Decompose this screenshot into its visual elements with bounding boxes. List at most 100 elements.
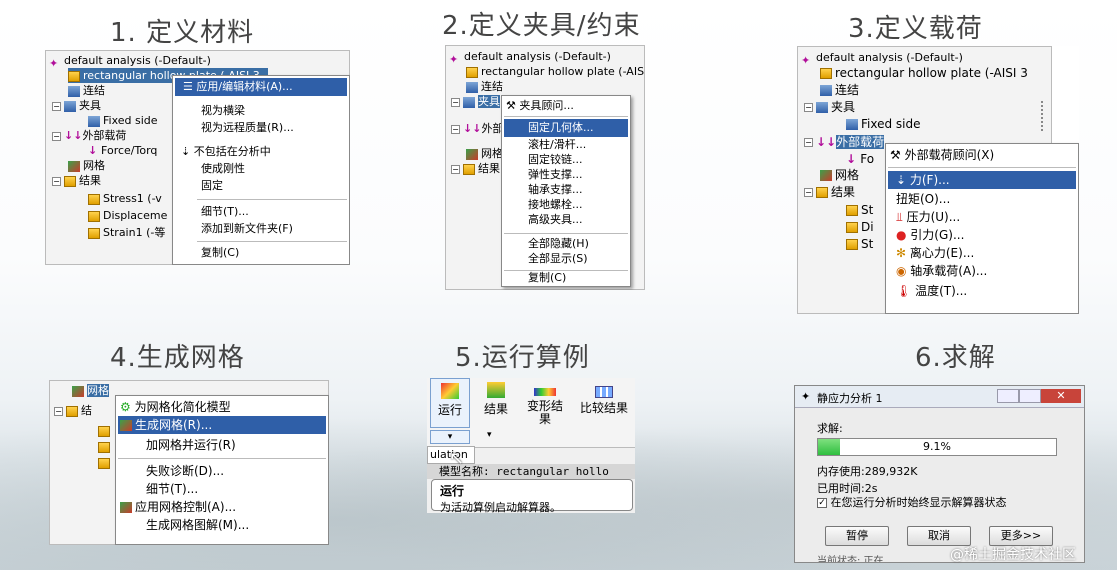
tooltip: 运行 为活动算例启动解算器。 — [431, 479, 633, 513]
menu-advanced-fixtures[interactable]: 高级夹具... — [528, 211, 583, 229]
tree-plot3[interactable] — [98, 455, 113, 470]
tree-external[interactable]: − ↓↓外部 — [451, 121, 503, 136]
menu-failure-diagnostics[interactable]: 失败诊断(D)... — [146, 462, 224, 480]
tree-displacement[interactable]: Displaceme — [88, 208, 167, 223]
menu-copy[interactable]: 复制(C) — [201, 244, 239, 262]
compare-results-button[interactable]: 比较结果 — [579, 378, 629, 415]
results-dropdown[interactable]: ▾ — [487, 430, 492, 440]
tree-fixed-side[interactable]: Fixed side — [846, 117, 921, 132]
tree-fixtures[interactable]: − 夹具 — [804, 100, 855, 115]
menu-mesh-plot[interactable]: 生成网格图解(M)... — [146, 516, 249, 534]
menu-pressure[interactable]: ⫫ 压力(U)... — [896, 208, 960, 226]
run-dropdown[interactable]: ▾ — [430, 430, 470, 444]
tree-plot3[interactable]: St — [846, 237, 873, 252]
results-button[interactable]: 结果 — [479, 378, 513, 417]
menu-bearing-load[interactable]: ◉ 轴承载荷(A)... — [896, 262, 987, 280]
mesh-icon — [72, 385, 84, 397]
tree-fixtures[interactable]: − 夹具 — [52, 98, 101, 113]
fixed-icon — [88, 115, 100, 127]
tree-results[interactable]: − 结 — [54, 403, 92, 418]
menu-simplify-model[interactable]: ⚙ 为网格化简化模型 — [120, 398, 231, 416]
menu-make-rigid[interactable]: 使成刚性 — [201, 160, 245, 178]
minimize-button[interactable] — [997, 389, 1019, 403]
menu-gravity[interactable]: ● 引力(G)... — [896, 226, 964, 244]
menu-fixed-geometry[interactable]: 固定几何体... — [504, 119, 628, 137]
tree-root[interactable]: ✦ default analysis (-Default-) — [449, 49, 611, 66]
tree-mesh[interactable]: 网格 — [820, 168, 859, 183]
tree-force[interactable]: ↓ Fo — [846, 152, 874, 167]
pressure-icon: ⫫ — [896, 210, 907, 224]
simplify-icon: ⚙ — [120, 400, 135, 414]
menu-fixture-advisor[interactable]: ⚒ 夹具顾问... — [506, 97, 574, 115]
tree-part[interactable]: rectangular hollow plate (-AISI 3 — [466, 64, 645, 79]
tree-plot2[interactable] — [98, 439, 113, 454]
results-folder-icon — [816, 187, 828, 198]
tree-stress[interactable]: Stress1 (-v — [88, 191, 162, 206]
app-icon: ✦ — [801, 390, 811, 403]
menu-details[interactable]: 细节(T)... — [146, 480, 198, 498]
results-folder-icon — [463, 163, 475, 175]
step5-heading: 5.运行算例 — [455, 343, 590, 373]
tree-connections[interactable]: 连结 — [820, 83, 859, 98]
menu-apply-material[interactable]: ☰ 应用/编辑材料(A)... — [175, 78, 347, 96]
menu-mesh-control[interactable]: 应用网格控制(A)... — [120, 498, 236, 516]
tree-mesh[interactable]: 网格 — [68, 158, 105, 173]
menu-add-folder[interactable]: 添加到新文件夹(F) — [201, 220, 293, 238]
tree-mesh[interactable]: 网格 — [466, 146, 503, 161]
menu-torque[interactable]: 扭矩(O)... — [896, 190, 950, 208]
material-icon: ☰ — [183, 80, 197, 93]
tree-fixtures[interactable]: − 夹具 — [451, 94, 500, 109]
tree-mesh[interactable]: 网格 — [72, 383, 109, 398]
menu-exclude[interactable]: ⇣ 不包括在分析中 — [181, 143, 271, 161]
menu-fix[interactable]: 固定 — [201, 177, 223, 195]
toolbar: 运行 结果 变形结果 比较结果 ▾ ▾ — [427, 378, 635, 448]
fixture-icon — [816, 102, 828, 113]
tree-strain[interactable]: Strain1 (-等 — [88, 225, 165, 240]
deformed-icon — [534, 388, 556, 396]
tree-plot1[interactable]: St — [846, 203, 873, 218]
menu-create-mesh[interactable]: 生成网格(R)... — [118, 416, 326, 434]
maximize-button[interactable] — [1019, 389, 1041, 403]
menu-mesh-and-run[interactable]: 加网格并运行(R) — [146, 436, 236, 454]
menu-show-all[interactable]: 全部显示(S) — [528, 250, 588, 268]
tree-external-loads[interactable]: − ↓↓外部载荷 — [52, 128, 126, 143]
splitter-handle[interactable] — [1041, 101, 1051, 131]
tree-plot1[interactable] — [98, 423, 113, 438]
tree-results[interactable]: − 结果 — [52, 173, 101, 188]
tree-part[interactable]: rectangular hollow plate (-AISI 3 — [820, 66, 1028, 81]
run-button[interactable]: 运行 — [430, 378, 470, 428]
menu-load-advisor[interactable]: ⚒ 外部载荷顾问(X) — [890, 146, 994, 164]
fixed-icon — [846, 119, 858, 130]
deformed-results-button[interactable]: 变形结果 — [522, 378, 568, 426]
menu-treat-as-beam[interactable]: 视为横梁 — [201, 102, 245, 120]
tree-fixed-side[interactable]: Fixed side — [88, 113, 158, 128]
more-button[interactable]: 更多>> — [989, 526, 1053, 546]
tree-results[interactable]: − 结果 — [804, 185, 855, 200]
tree-connections[interactable]: 连结 — [466, 79, 503, 94]
pause-button[interactable]: 暂停 — [825, 526, 889, 546]
tree-results[interactable]: − 结果 — [451, 161, 500, 176]
close-button[interactable]: ✕ — [1041, 389, 1081, 403]
menu-remote-mass[interactable]: 视为远程质量(R)... — [201, 119, 294, 137]
show-status-option[interactable]: ✓ 在您运行分析时始终显示解算器状态 — [817, 494, 1007, 510]
tree-plot2[interactable]: Di — [846, 220, 874, 235]
compare-icon — [595, 386, 613, 398]
tree-root[interactable]: ✦ default analysis (-Default-) — [801, 50, 963, 67]
menu-details[interactable]: 细节(T)... — [201, 203, 249, 221]
fixture-icon — [64, 100, 76, 112]
connection-icon — [820, 85, 832, 96]
tree-connections[interactable]: 连结 — [68, 83, 105, 98]
tree-root[interactable]: ✦ default analysis (-Default-) — [49, 53, 211, 70]
cancel-button[interactable]: 取消 — [907, 526, 971, 546]
centrifugal-icon: ✻ — [896, 246, 910, 260]
tree-force[interactable]: ↓ Force/Torq — [88, 143, 157, 158]
tree-external-loads[interactable]: − ↓↓外部载荷 — [804, 135, 885, 150]
menu-force[interactable]: ⇣ 力(F)... — [888, 171, 1076, 189]
thermometer-icon: 🌡 — [896, 284, 916, 298]
checkbox[interactable]: ✓ — [817, 498, 827, 508]
study-icon: ✦ — [49, 56, 59, 70]
plot-icon — [88, 193, 100, 205]
menu-centrifugal[interactable]: ✻ 离心力(E)... — [896, 244, 974, 262]
menu-temperature[interactable]: 🌡 温度(T)... — [896, 282, 967, 300]
menu-copy[interactable]: 复制(C) — [528, 269, 566, 287]
